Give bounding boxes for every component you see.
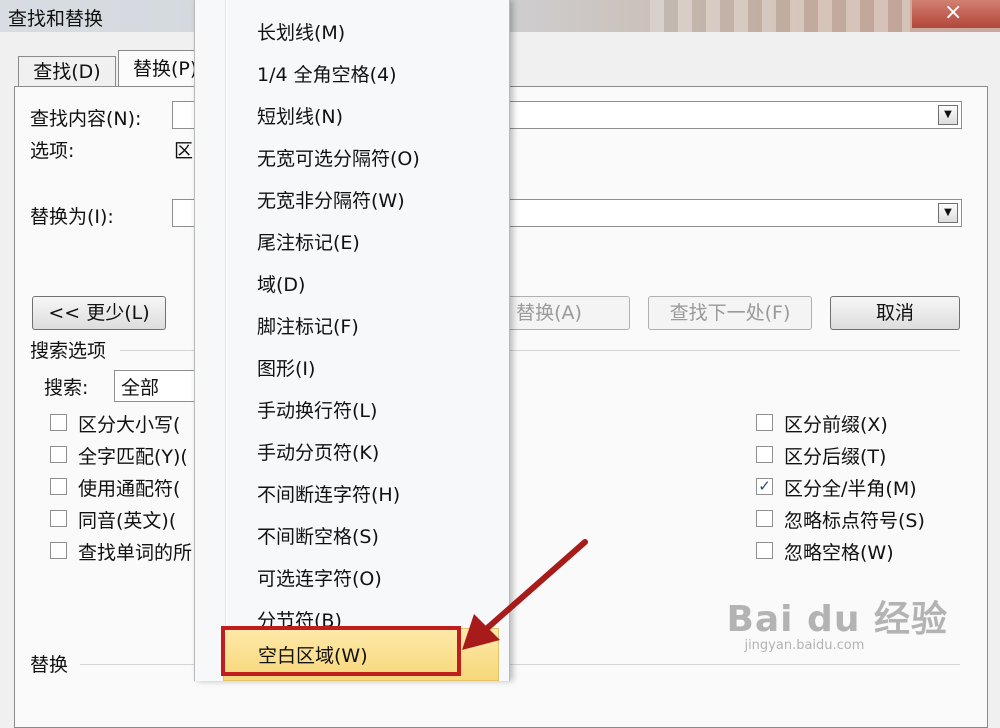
baidu-watermark: Bai du 经验 jingyan.baidu.com — [726, 590, 948, 653]
watermark-brand: Bai du 经验 — [726, 599, 948, 640]
annotation-arrow-icon — [462, 539, 588, 650]
watermark-url: jingyan.baidu.com — [744, 638, 865, 653]
